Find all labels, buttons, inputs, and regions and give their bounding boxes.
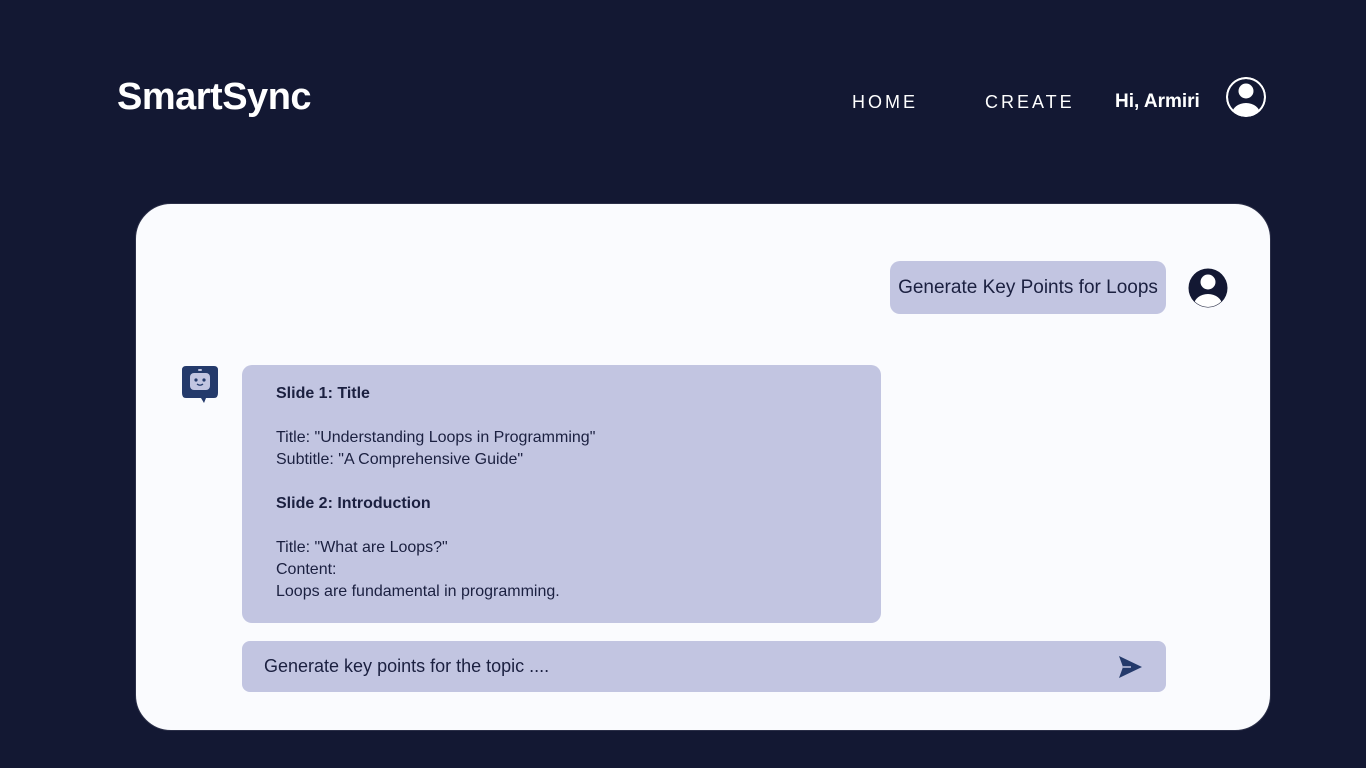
bot-message-line: [276, 515, 847, 537]
bot-message-bubble: Slide 1: Title Title: "Understanding Loo…: [242, 365, 881, 623]
user-avatar-icon[interactable]: [1226, 77, 1266, 117]
send-icon[interactable]: [1116, 653, 1144, 681]
bot-message-line: [276, 471, 847, 493]
brand-logo[interactable]: SmartSync: [117, 76, 312, 119]
bot-message-line: Title: "What are Loops?": [276, 539, 448, 556]
bot-message-line: Loops are fundamental in programming.: [276, 583, 560, 600]
nav-home[interactable]: HOME: [852, 92, 918, 113]
bot-message-line: Slide 2: Introduction: [276, 495, 431, 512]
user-avatar-icon: [1188, 268, 1228, 308]
message-input-bar: [242, 641, 1166, 692]
bot-message-line: [276, 405, 847, 427]
bot-message-line: Content:: [276, 561, 337, 578]
user-greeting: Hi, Armiri: [1115, 91, 1200, 112]
bot-message-line: Subtitle: "A Comprehensive Guide": [276, 451, 524, 468]
nav-create[interactable]: CREATE: [985, 92, 1075, 113]
bot-message-line: Slide 1: Title: [276, 385, 370, 402]
message-input[interactable]: [264, 656, 1116, 677]
bot-message-line: Title: "Understanding Loops in Programmi…: [276, 429, 596, 446]
user-message-bubble: Generate Key Points for Loops: [890, 261, 1166, 314]
chat-panel: Generate Key Points for Loops Slide 1: T…: [135, 203, 1271, 731]
robot-chat-icon: [182, 366, 218, 403]
